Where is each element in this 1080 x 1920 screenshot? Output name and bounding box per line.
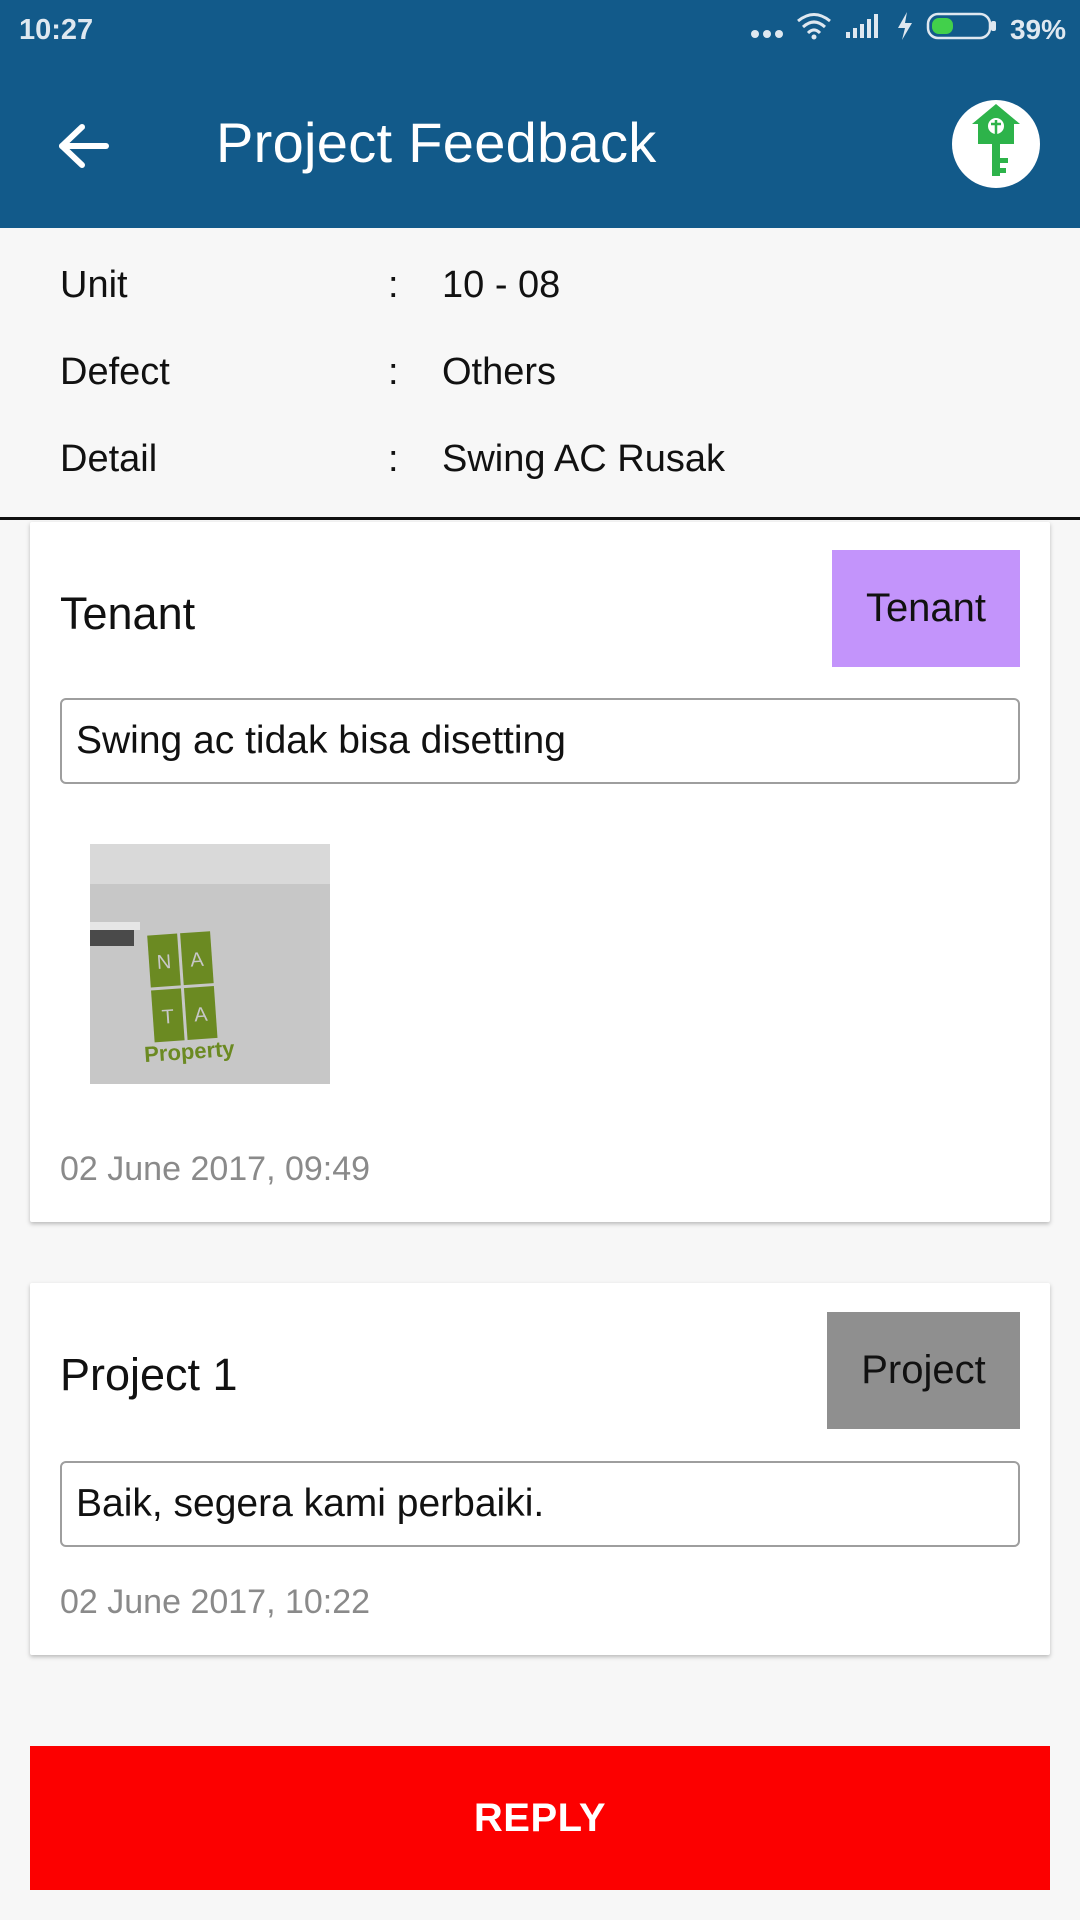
message-box: Baik, segera kami perbaiki. [60, 1461, 1020, 1547]
house-key-logo-icon [968, 102, 1024, 187]
info-label: Detail [60, 438, 158, 480]
attachment-thumbnail[interactable]: N A T A Property [90, 844, 330, 1084]
info-value: Swing AC Rusak [442, 438, 726, 480]
info-colon: : [388, 438, 399, 480]
reply-button[interactable]: REPLY [30, 1746, 1050, 1890]
attachment-photo: N A T A Property [90, 844, 330, 1084]
info-value: Others [442, 351, 557, 393]
status-bar: 10:27 39% [0, 0, 1080, 62]
page-title: Project Feedback [216, 111, 657, 174]
arrow-left-icon [58, 123, 110, 174]
feedback-card-project: Project 1 Project Baik, segera kami perb… [30, 1283, 1050, 1655]
message-box: Swing ac tidak bisa disetting [60, 698, 1020, 784]
timestamp: 02 June 2017, 10:22 [60, 1583, 371, 1621]
app-bar: Project Feedback [0, 62, 1080, 228]
author-name: Project 1 [60, 1349, 238, 1400]
info-row-detail: Detail : Swing AC Rusak [0, 438, 1080, 498]
app-logo[interactable] [952, 100, 1040, 188]
back-button[interactable] [48, 112, 120, 184]
feedback-card-tenant: Tenant Tenant Swing ac tidak bisa disett… [30, 522, 1050, 1222]
more-dots-icon [750, 14, 784, 47]
info-colon: : [388, 264, 399, 306]
info-label: Defect [60, 351, 170, 393]
info-row-defect: Defect : Others [0, 351, 1080, 411]
battery-icon [926, 11, 998, 49]
info-value: 10 - 08 [442, 264, 561, 306]
info-row-unit: Unit : 10 - 08 [0, 264, 1080, 324]
signal-icon [844, 12, 884, 48]
role-badge: Tenant [832, 550, 1020, 667]
status-icons: 39% [738, 12, 1066, 48]
battery-percent: 39% [1009, 14, 1066, 45]
info-colon: : [388, 351, 399, 393]
wifi-icon [796, 12, 832, 48]
author-name: Tenant [60, 588, 196, 639]
role-badge: Project [827, 1312, 1020, 1429]
logo-letter: N [156, 951, 172, 974]
timestamp: 02 June 2017, 09:49 [60, 1150, 371, 1188]
logo-letter: A [193, 1004, 209, 1027]
logo-letter: T [161, 1006, 175, 1029]
info-label: Unit [60, 264, 128, 306]
logo-letter: A [190, 949, 206, 972]
status-time: 10:27 [19, 14, 94, 46]
charging-icon [896, 11, 914, 49]
defect-info: Unit : 10 - 08 Defect : Others Detail : … [0, 228, 1080, 520]
